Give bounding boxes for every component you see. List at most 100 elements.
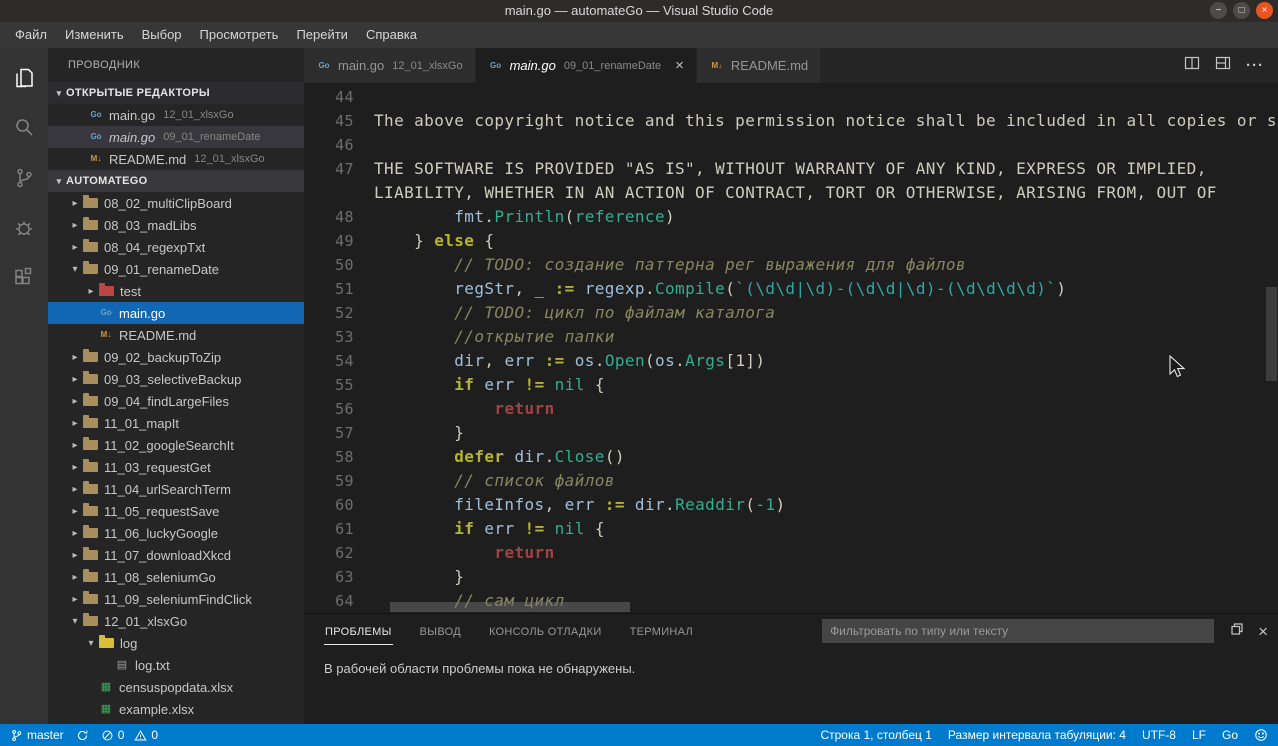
xlsx-file-icon: ▦ (98, 682, 114, 693)
tree-item[interactable]: ▸08_02_multiClipBoard (48, 192, 304, 214)
panel-tab[interactable]: ВЫВОД (419, 618, 462, 644)
indent-setting[interactable]: Размер интервала табуляции: 4 (948, 728, 1126, 742)
tree-label: main.go (119, 306, 165, 321)
tree-item[interactable]: ▸11_09_seleniumFindClick (48, 588, 304, 610)
open-editors-header[interactable]: ▾ ОТКРЫТЫЕ РЕДАКТОРЫ (48, 82, 304, 104)
tree-item[interactable]: ▸08_04_regexpTxt (48, 236, 304, 258)
code-token: , _ (514, 279, 554, 298)
eol-setting[interactable]: LF (1192, 728, 1206, 742)
code-token: Close (555, 447, 605, 466)
tree-label: log (120, 636, 137, 651)
horizontal-scrollbar[interactable] (390, 602, 630, 612)
menu-item[interactable]: Справка (357, 22, 426, 48)
code-text: defer dir.Close() (374, 445, 625, 469)
code-line: LIABILITY, WHETHER IN AN ACTION OF CONTR… (304, 181, 1278, 205)
tree-item[interactable]: ▸11_03_requestGet (48, 456, 304, 478)
menu-item[interactable]: Перейти (287, 22, 357, 48)
panel-tab[interactable]: ПРОБЛЕМЫ (324, 618, 393, 645)
panel-tab[interactable]: КОНСОЛЬ ОТЛАДКИ (488, 618, 603, 644)
close-button[interactable]: × (1256, 2, 1273, 19)
tree-item[interactable]: ▸11_07_downloadXkcd (48, 544, 304, 566)
cursor-position[interactable]: Строка 1, столбец 1 (820, 728, 931, 742)
menu-item[interactable]: Изменить (56, 22, 133, 48)
project-header[interactable]: ▾ AUTOMATEGO (48, 170, 304, 192)
tree-item[interactable]: ▸11_05_requestSave (48, 500, 304, 522)
minimize-button[interactable]: − (1210, 2, 1227, 19)
folder-icon (83, 550, 98, 560)
editor-tab[interactable]: Gomain.go12_01_xlsxGo (304, 48, 476, 83)
editor-tab[interactable]: M↓README.md (697, 48, 821, 83)
folder-icon (83, 616, 98, 626)
split-editor-icon[interactable] (1184, 55, 1200, 76)
open-editor-item[interactable]: M↓README.md12_01_xlsxGo (48, 148, 304, 170)
problems-indicator[interactable]: 0 0 (101, 728, 158, 742)
menu-item[interactable]: Файл (6, 22, 56, 48)
extensions-icon[interactable] (0, 253, 48, 303)
editor-tab[interactable]: Gomain.go09_01_renameDate× (476, 48, 697, 83)
maximize-button[interactable]: □ (1233, 2, 1250, 19)
tree-item[interactable]: ▸09_03_selectiveBackup (48, 368, 304, 390)
tree-item[interactable]: ▤log.txt (48, 654, 304, 676)
line-number: 54 (304, 349, 354, 373)
language-mode[interactable]: Go (1222, 728, 1238, 742)
tree-item[interactable]: ▸11_08_seleniumGo (48, 566, 304, 588)
tree-item[interactable]: ▾09_01_renameDate (48, 258, 304, 280)
tree-item[interactable]: ▾log (48, 632, 304, 654)
open-editor-item[interactable]: Gomain.go09_01_renameDate (48, 126, 304, 148)
code-token: err (504, 351, 534, 370)
panel-header: ПРОБЛЕМЫ ВЫВОД КОНСОЛЬ ОТЛАДКИ ТЕРМИНАЛ × (304, 614, 1278, 648)
folder-icon (83, 242, 98, 252)
tree-item[interactable]: ▸11_01_mapIt (48, 412, 304, 434)
close-icon[interactable]: × (675, 58, 684, 73)
code-token: if (454, 375, 474, 394)
more-actions-icon[interactable]: ··· (1246, 57, 1264, 74)
code-token (374, 495, 454, 514)
code-token: os (655, 351, 675, 370)
tree-item[interactable]: ▦example.xlsx (48, 698, 304, 720)
debug-icon[interactable] (0, 203, 48, 253)
file-path: 12_01_xlsxGo (163, 109, 233, 121)
vertical-scrollbar[interactable] (1266, 287, 1277, 381)
source-control-icon[interactable] (0, 153, 48, 203)
sync-button[interactable] (76, 729, 89, 742)
tree-item[interactable]: ▸11_06_luckyGoogle (48, 522, 304, 544)
line-number: 52 (304, 301, 354, 325)
open-editor-item[interactable]: Gomain.go12_01_xlsxGo (48, 104, 304, 126)
tree-item[interactable]: ▸09_02_backupToZip (48, 346, 304, 368)
tab-label: main.go (510, 58, 556, 73)
tree-item[interactable]: Gomain.go (48, 302, 304, 324)
tree-item[interactable]: ▸09_04_findLargeFiles (48, 390, 304, 412)
code-token: return (494, 399, 554, 418)
encoding-setting[interactable]: UTF-8 (1142, 728, 1176, 742)
txt-file-icon: ▤ (114, 660, 130, 671)
search-icon[interactable] (0, 103, 48, 153)
code-token: != (525, 375, 545, 394)
maximize-panel-icon[interactable] (1230, 622, 1244, 641)
close-panel-icon[interactable]: × (1258, 623, 1268, 640)
menu-item[interactable]: Выбор (133, 22, 191, 48)
chevron-right-icon: ▸ (68, 462, 82, 473)
folder-icon (83, 198, 98, 208)
code-editor[interactable]: 4445The above copyright notice and this … (304, 83, 1278, 613)
tree-item[interactable]: M↓README.md (48, 324, 304, 346)
explorer-icon[interactable] (0, 53, 48, 103)
panel-tab[interactable]: ТЕРМИНАЛ (629, 618, 694, 644)
problems-filter-input[interactable] (822, 619, 1214, 643)
line-number: 63 (304, 565, 354, 589)
tree-item[interactable]: ▦censuspopdata.xlsx (48, 676, 304, 698)
toggle-layout-icon[interactable] (1215, 55, 1231, 76)
code-token: fileInfos (454, 495, 544, 514)
editor-actions: ··· (1170, 48, 1278, 83)
tree-item[interactable]: ▸11_04_urlSearchTerm (48, 478, 304, 500)
tree-item[interactable]: ▸11_02_googleSearchIt (48, 434, 304, 456)
code-token (374, 303, 454, 322)
menu-item[interactable]: Просмотреть (191, 22, 288, 48)
tree-label: 09_03_selectiveBackup (104, 372, 241, 387)
tree-item[interactable]: ▸test (48, 280, 304, 302)
tree-item[interactable]: ▸08_03_madLibs (48, 214, 304, 236)
feedback-smiley-icon[interactable] (1254, 728, 1268, 742)
tree-label: 11_08_seleniumGo (104, 570, 216, 585)
git-branch-item[interactable]: master (10, 728, 64, 742)
code-token: `(\d\d|\d)-(\d\d|\d)-(\d\d\d\d)` (735, 279, 1056, 298)
tree-item[interactable]: ▾12_01_xlsxGo (48, 610, 304, 632)
